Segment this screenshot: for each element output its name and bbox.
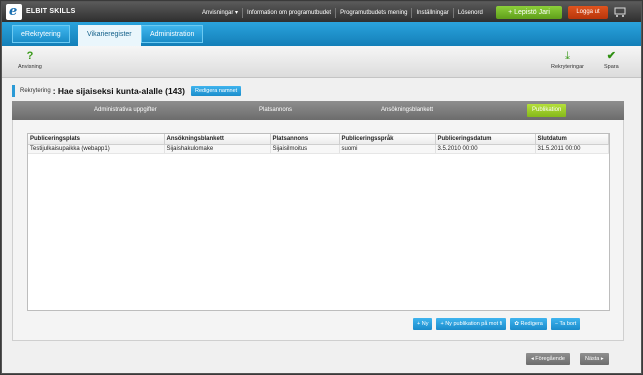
column-header[interactable]: Publiceringsspråk (339, 134, 436, 145)
save-tool[interactable]: ✔ Spara (604, 50, 619, 70)
instructions-label: Anvisning (18, 64, 42, 70)
table-cell: 31.5.2011 00:00 (535, 144, 609, 154)
table-cell: suomi (339, 144, 436, 154)
table-actions: + Ny + Ny publikation på mot fi ✿ Redige… (409, 318, 581, 330)
edit-button[interactable]: ✿ Redigera (510, 318, 547, 330)
step-publication[interactable]: Publikation (527, 104, 567, 117)
column-header[interactable]: Platsannons (270, 134, 340, 145)
user-button[interactable]: + Lepistö Jari (496, 6, 562, 19)
table-cell: 3.5.2010 00:00 (435, 144, 536, 154)
column-header[interactable]: Ansökningsblankett (164, 134, 271, 145)
top-nav-settings[interactable]: Inställningar (411, 7, 452, 18)
page-header: Rekrytering : Hae sijaiseksi kunta-alall… (12, 84, 242, 98)
module-bar: eRekrytering Vikarieregister Administrat… (2, 22, 641, 46)
top-nav-instructions[interactable]: Anvisningar ▾ (198, 8, 242, 18)
step-administrative[interactable]: Administrativa uppgifter (94, 105, 157, 116)
new-publication-button[interactable]: + Ny publikation på mot fi (436, 318, 507, 330)
cart-icon[interactable] (614, 7, 626, 17)
toolbar: ? Anvisning ⤓ Rekryteringar ✔ Spara (2, 46, 641, 78)
logo: e (6, 4, 22, 20)
previous-button[interactable]: ◂ Föregående (526, 353, 570, 365)
remove-button[interactable]: − Ta bort (550, 318, 581, 330)
next-button[interactable]: Nästa ▸ (580, 353, 609, 365)
step-application-form[interactable]: Ansökningsblankett (381, 105, 433, 116)
recruitments-tool[interactable]: ⤓ Rekryteringar (551, 50, 584, 70)
table-cell: Testijulkaisupaikka (webapp1) (28, 144, 165, 154)
brand-name: ELBIT SKILLS (26, 8, 76, 15)
top-nav: Anvisningar ▾ Information om programutbu… (198, 7, 487, 18)
top-bar: e ELBIT SKILLS Anvisningar ▾ Information… (2, 2, 641, 22)
logout-button[interactable]: Logga ut (568, 6, 608, 19)
publication-table: Publiceringsplats Ansökningsblankett Pla… (27, 133, 610, 311)
tab-erekrytering[interactable]: eRekrytering (12, 25, 70, 43)
rename-button[interactable]: Redigera namnet (190, 86, 242, 96)
footer-nav: ◂ Föregående Nästa ▸ (2, 347, 641, 373)
column-header[interactable]: Publiceringsdatum (435, 134, 536, 145)
save-label: Spara (604, 64, 619, 70)
step-bar: Administrativa uppgifter Platsannons Ans… (12, 101, 624, 120)
table-cell: Sijaisilmoitus (270, 144, 340, 154)
column-header[interactable]: Slutdatum (535, 134, 609, 145)
table-cell: Sijaishakulomake (164, 144, 271, 154)
table-header-row: Publiceringsplats Ansökningsblankett Pla… (28, 134, 609, 145)
download-icon: ⤓ (565, 50, 570, 62)
instructions-tool[interactable]: ? Anvisning (18, 50, 42, 70)
top-nav-purpose[interactable]: Programutbudets mening (335, 7, 411, 18)
title-marker (12, 85, 15, 97)
column-header[interactable]: Publiceringsplats (28, 134, 165, 145)
table-row[interactable]: Testijulkaisupaikka (webapp1) Sijaishaku… (28, 144, 609, 154)
top-nav-password[interactable]: Lösenord (452, 7, 487, 18)
new-button[interactable]: + Ny (413, 318, 433, 330)
breadcrumb: Rekrytering (20, 88, 51, 94)
tab-vikarieregister[interactable]: Vikarieregister (78, 25, 141, 46)
question-icon: ? (26, 50, 34, 62)
step-job-ad[interactable]: Platsannons (259, 105, 292, 116)
top-nav-info[interactable]: Information om programutbudet (242, 7, 335, 18)
page-title: : Hae sijaiseksi kunta-alalle (143) (52, 86, 185, 96)
tab-administration[interactable]: Administration (141, 25, 204, 43)
recruitments-label: Rekryteringar (551, 64, 585, 70)
content-panel: Publiceringsplats Ansökningsblankett Pla… (12, 120, 624, 341)
checkmark-icon: ✔ (606, 50, 616, 62)
app-window: e ELBIT SKILLS Anvisningar ▾ Information… (1, 1, 642, 374)
